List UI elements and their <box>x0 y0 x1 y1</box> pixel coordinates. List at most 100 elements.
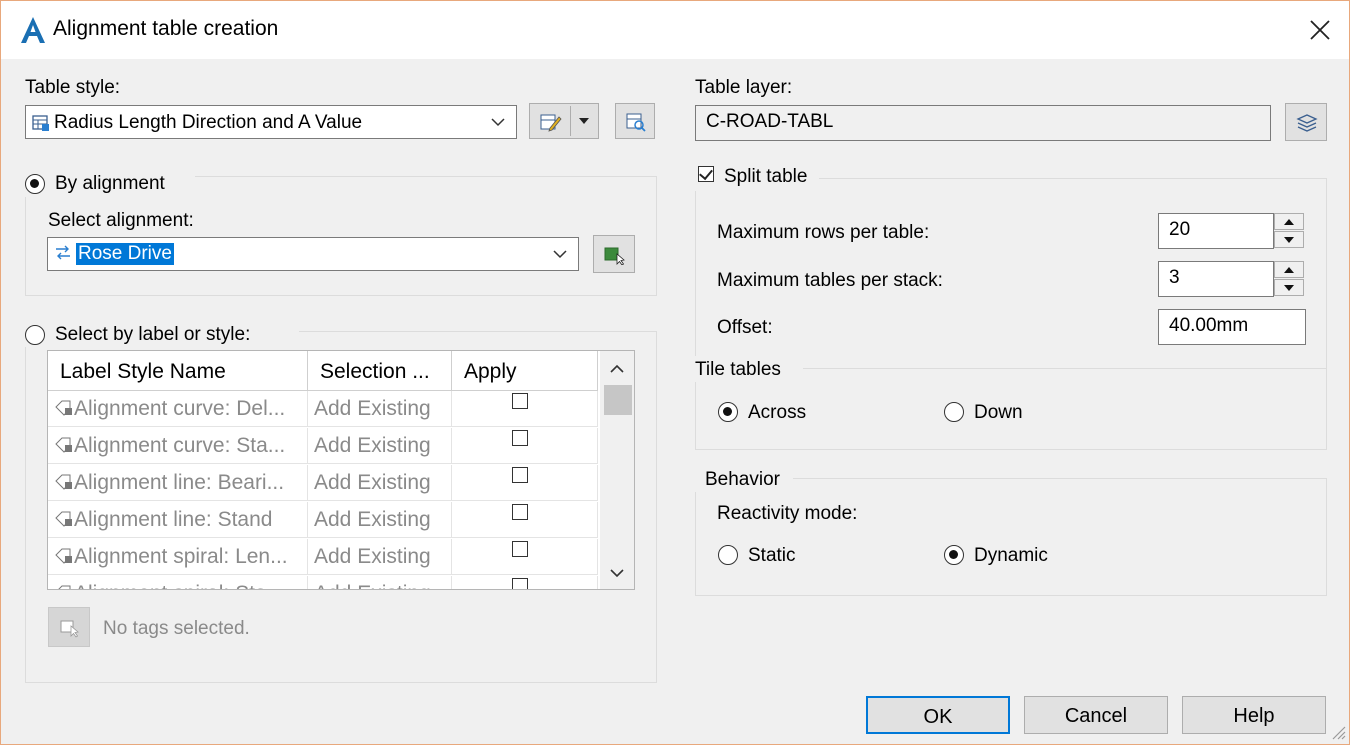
spin-up-icon <box>1284 219 1294 225</box>
scroll-up-icon[interactable] <box>609 363 625 375</box>
alignment-icon <box>56 245 70 260</box>
apply-checkbox[interactable] <box>512 504 528 520</box>
row-label-style-name: Alignment spiral: Len... <box>74 545 288 568</box>
cancel-button[interactable]: Cancel <box>1024 696 1168 734</box>
row-label-style-name: Alignment line: Beari... <box>74 471 285 494</box>
tag-select-icon <box>60 620 79 638</box>
spin-up[interactable] <box>1274 213 1304 230</box>
caret-down-icon <box>579 118 589 124</box>
table-style-value: Radius Length Direction and A Value <box>54 112 363 133</box>
no-tags-text: No tags selected. <box>103 618 250 639</box>
table-row[interactable]: Alignment line: Beari... Add Existing <box>48 465 598 501</box>
spin-down[interactable] <box>1274 231 1304 248</box>
row-apply-cell <box>452 465 598 501</box>
table-row[interactable]: Alignment line: Stand Add Existing <box>48 502 598 538</box>
select-tags-button[interactable] <box>48 607 90 647</box>
title-bar: Alignment table creation <box>1 1 1349 59</box>
table-layer-field[interactable]: C-ROAD-TABL <box>695 105 1271 141</box>
offset-label: Offset: <box>717 317 773 338</box>
row-apply-cell <box>452 391 598 427</box>
label-style-icon <box>55 400 72 416</box>
offset-input[interactable]: 40.00mm <box>1158 309 1306 345</box>
row-selection[interactable]: Add Existing <box>308 391 452 427</box>
apply-checkbox[interactable] <box>512 393 528 409</box>
row-name-cell: Alignment spiral: Len... <box>48 539 308 575</box>
column-apply[interactable]: Apply <box>452 351 598 391</box>
tile-tables-label: Tile tables <box>695 359 781 380</box>
scroll-thumb[interactable] <box>604 385 632 415</box>
column-selection[interactable]: Selection ... <box>308 351 452 391</box>
row-label-style-name: Alignment curve: Del... <box>74 397 286 420</box>
static-radio[interactable] <box>718 545 738 565</box>
row-name-cell: Alignment spiral: Sta... <box>48 576 308 589</box>
behavior-label: Behavior <box>705 469 780 490</box>
row-apply-cell <box>452 428 598 464</box>
row-name-cell: Alignment line: Beari... <box>48 465 308 501</box>
row-selection[interactable]: Add Existing <box>308 465 452 501</box>
spin-up[interactable] <box>1274 261 1304 278</box>
label-style-icon <box>55 548 72 564</box>
grid-vertical-scrollbar[interactable] <box>600 351 634 589</box>
row-label-style-name: Alignment spiral: Sta... <box>74 582 284 589</box>
label-style-grid: Label Style Name Selection ... Apply Ali… <box>47 350 635 590</box>
alignment-table-creation-dialog: Alignment table creation Table style: Ra… <box>0 0 1350 745</box>
edit-table-style-split-button[interactable] <box>529 103 599 139</box>
select-by-label-label: Select by label or style: <box>55 324 251 345</box>
autocad-app-icon <box>21 17 45 43</box>
table-layer-label: Table layer: <box>695 77 793 98</box>
ok-button[interactable]: OK <box>866 696 1010 734</box>
down-label: Down <box>974 402 1023 423</box>
table-row[interactable]: Alignment curve: Sta... Add Existing <box>48 428 598 464</box>
row-name-cell: Alignment curve: Sta... <box>48 428 308 464</box>
reactivity-mode-label: Reactivity mode: <box>717 503 858 524</box>
row-apply-cell <box>452 502 598 538</box>
by-alignment-radio[interactable] <box>25 174 45 194</box>
down-radio[interactable] <box>944 402 964 422</box>
dynamic-label: Dynamic <box>974 545 1048 566</box>
table-style-label: Table style: <box>25 77 121 98</box>
apply-checkbox[interactable] <box>512 467 528 483</box>
table-row[interactable]: Alignment spiral: Len... Add Existing <box>48 539 598 575</box>
max-tables-label: Maximum tables per stack: <box>717 270 943 291</box>
close-icon[interactable] <box>1303 13 1337 47</box>
table-row[interactable]: Alignment curve: Del... Add Existing <box>48 391 598 427</box>
max-rows-spinner[interactable] <box>1274 213 1304 249</box>
spin-down[interactable] <box>1274 279 1304 296</box>
apply-checkbox[interactable] <box>512 430 528 446</box>
layer-button[interactable] <box>1285 103 1327 141</box>
row-selection[interactable]: Add Existing <box>308 539 452 575</box>
scroll-down-icon[interactable] <box>609 567 625 579</box>
row-label-style-name: Alignment curve: Sta... <box>74 434 286 457</box>
label-style-icon <box>55 474 72 490</box>
grid-header: Label Style Name Selection ... Apply <box>48 351 598 391</box>
chevron-down-icon <box>491 118 505 127</box>
row-selection[interactable]: Add Existing <box>308 502 452 538</box>
max-tables-spinner[interactable] <box>1274 261 1304 297</box>
apply-checkbox[interactable] <box>512 578 528 589</box>
window-title: Alignment table creation <box>53 17 279 40</box>
pick-alignment-button[interactable] <box>593 235 635 273</box>
row-selection[interactable]: Add Existing <box>308 576 452 589</box>
by-alignment-label: By alignment <box>55 173 165 194</box>
max-rows-input[interactable]: 20 <box>1158 213 1274 249</box>
split-table-checkbox[interactable] <box>698 166 714 182</box>
label-style-icon <box>58 585 71 589</box>
row-name-cell: Alignment curve: Del... <box>48 391 308 427</box>
layers-icon <box>1296 114 1318 132</box>
across-radio[interactable] <box>718 402 738 422</box>
dynamic-radio[interactable] <box>944 545 964 565</box>
table-style-dropdown[interactable]: Radius Length Direction and A Value <box>25 105 517 139</box>
alignment-dropdown[interactable]: Rose Drive <box>47 237 579 271</box>
label-style-icon <box>55 437 72 453</box>
pick-table-style-button[interactable] <box>615 103 655 139</box>
apply-checkbox[interactable] <box>512 541 528 557</box>
row-selection[interactable]: Add Existing <box>308 428 452 464</box>
resize-grip-icon[interactable] <box>1327 721 1347 741</box>
max-tables-input[interactable]: 3 <box>1158 261 1274 297</box>
spin-down-icon <box>1284 285 1294 291</box>
table-row[interactable]: Alignment spiral: Sta... Add Existing <box>48 576 598 589</box>
select-by-label-radio[interactable] <box>25 325 45 345</box>
across-label: Across <box>748 402 807 423</box>
help-button[interactable]: Help <box>1182 696 1326 734</box>
column-label-style-name[interactable]: Label Style Name <box>48 351 308 391</box>
